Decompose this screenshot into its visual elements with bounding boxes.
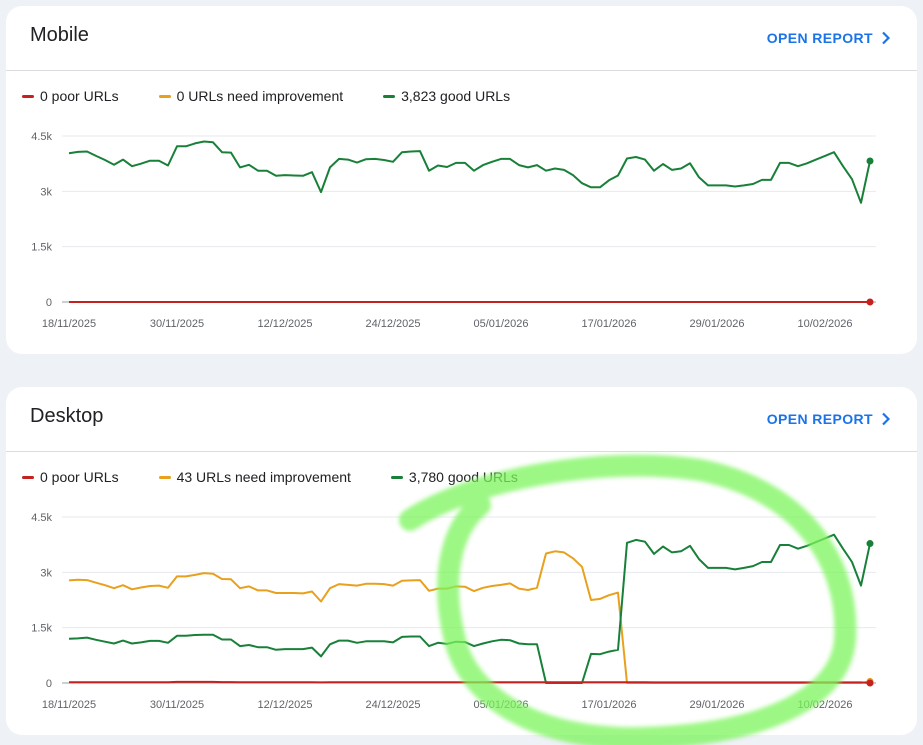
desktop-chart: 0 1.5k 3k 4.5k 18/11/2025 30/11/2025 12/12/202… <box>31 512 876 711</box>
x-tick-label: 29/01/2026 <box>689 318 744 330</box>
y-tick-label: 0 <box>46 297 52 309</box>
y-tick-label: 3k <box>40 186 52 198</box>
series-line-improvement <box>68 550 871 684</box>
x-tick-label: 05/01/2026 <box>473 318 528 330</box>
x-tick-label: 05/01/2026 <box>473 699 528 711</box>
y-tick-label: 1.5k <box>31 623 52 635</box>
x-tick-label: 30/11/2025 <box>150 699 204 711</box>
desktop-card: Desktop OPEN REPORT 0 poor URLs 43 URLs … <box>6 387 917 735</box>
x-tick-label: 18/11/2025 <box>42 699 96 711</box>
x-tick-label: 12/12/2025 <box>257 699 312 711</box>
x-tick-label: 10/02/2026 <box>797 699 852 711</box>
series-end-point-poor <box>866 298 874 306</box>
series-line-poor <box>69 680 871 684</box>
x-tick-label: 29/01/2026 <box>689 699 744 711</box>
series-end-point-good <box>866 540 874 548</box>
series-end-point-good <box>866 157 874 165</box>
x-tick-label: 17/01/2026 <box>581 699 636 711</box>
y-tick-label: 0 <box>46 678 52 690</box>
mobile-card: Mobile OPEN REPORT 0 poor URLs 0 URLs ne… <box>6 6 917 354</box>
y-tick-label: 4.5k <box>31 131 52 143</box>
mobile-chart: 0 1.5k 3k 4.5k 18/11/2025 30/11/2025 12/12/202… <box>31 131 876 330</box>
series-line-good <box>68 533 871 684</box>
series-line-good <box>68 140 871 204</box>
series-end-point-poor <box>866 679 874 687</box>
y-tick-label: 1.5k <box>31 242 52 254</box>
x-tick-label: 12/12/2025 <box>257 318 312 330</box>
y-tick-label: 3k <box>40 567 52 579</box>
x-tick-label: 24/12/2025 <box>365 318 420 330</box>
x-tick-label: 24/12/2025 <box>365 699 420 711</box>
x-tick-label: 30/11/2025 <box>150 318 204 330</box>
y-tick-label: 4.5k <box>31 512 52 524</box>
x-tick-label: 18/11/2025 <box>42 318 96 330</box>
x-tick-label: 17/01/2026 <box>581 318 636 330</box>
x-tick-label: 10/02/2026 <box>797 318 852 330</box>
